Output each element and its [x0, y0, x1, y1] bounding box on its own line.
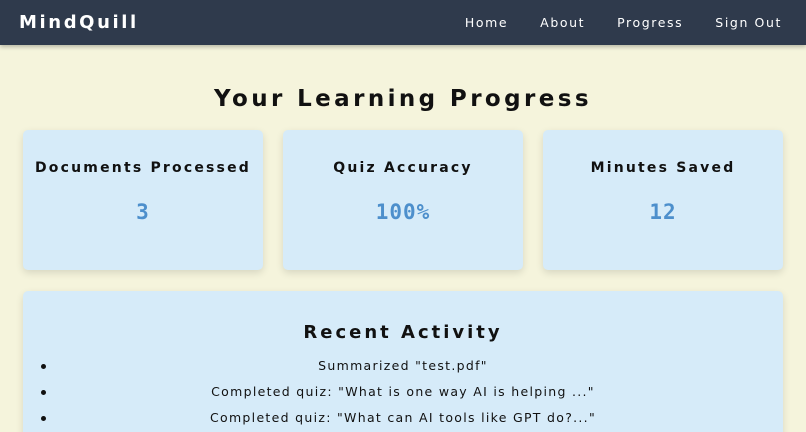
stat-value: 12: [649, 200, 677, 224]
stat-label: Quiz Accuracy: [333, 160, 473, 176]
bullet-icon: [41, 416, 46, 421]
activity-text: Completed quiz: "What can AI tools like …: [209, 410, 596, 425]
stat-card-documents: Documents Processed 3: [23, 130, 263, 270]
stat-label: Documents Processed: [34, 160, 251, 176]
list-item: Completed quiz: "What can AI tools like …: [23, 405, 783, 431]
nav-links: Home About Progress Sign Out: [433, 0, 806, 45]
stat-card-quiz-accuracy: Quiz Accuracy 100%: [283, 130, 523, 270]
stat-value: 3: [136, 200, 150, 224]
nav-link-progress[interactable]: Progress: [617, 15, 683, 30]
bullet-icon: [41, 364, 46, 369]
app-logo[interactable]: MindQuill: [19, 12, 139, 33]
activity-list: Summarized "test.pdf" Completed quiz: "W…: [23, 353, 783, 431]
bullet-icon: [41, 390, 46, 395]
recent-activity-panel: Recent Activity Summarized "test.pdf" Co…: [23, 291, 783, 432]
stat-label: Minutes Saved: [590, 160, 736, 176]
nav-link-about[interactable]: About: [540, 15, 585, 30]
activity-text: Completed quiz: "What is one way AI is h…: [211, 384, 595, 399]
activity-text: Summarized "test.pdf": [318, 358, 488, 373]
nav-link-home[interactable]: Home: [465, 15, 508, 30]
stats-row: Documents Processed 3 Quiz Accuracy 100%…: [23, 130, 783, 270]
nav-link-sign-out[interactable]: Sign Out: [715, 15, 782, 30]
list-item: Summarized "test.pdf": [23, 353, 783, 379]
activity-title: Recent Activity: [303, 322, 503, 343]
list-item: Completed quiz: "What is one way AI is h…: [23, 379, 783, 405]
stat-value: 100%: [375, 200, 431, 224]
top-navbar: MindQuill Home About Progress Sign Out: [0, 0, 806, 45]
page-title: Your Learning Progress: [214, 86, 592, 112]
stat-card-minutes-saved: Minutes Saved 12: [543, 130, 783, 270]
